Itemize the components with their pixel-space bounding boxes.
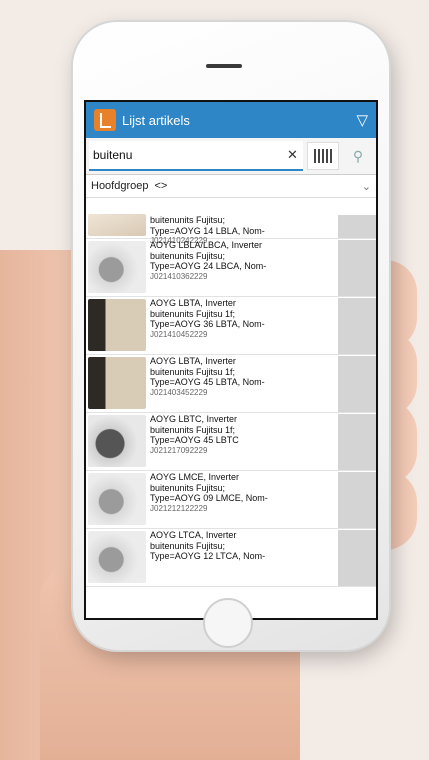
product-thumbnail (88, 241, 146, 293)
product-thumbnail (88, 415, 146, 467)
product-thumbnail (88, 473, 146, 525)
article-text: AOYG LTCA, Inverter buitenunits Fujitsu;… (150, 530, 266, 561)
article-list: buitenunits Fujitsu; Type=AOYG 14 LBLA, … (86, 214, 376, 587)
app-bar: Lijst artikels ▽ (86, 102, 376, 138)
chevron-down-icon: ⌄ (361, 180, 371, 193)
row-action-area[interactable] (338, 414, 376, 470)
row-action-area[interactable] (338, 530, 376, 586)
phone-device: Lijst artikels ▽ buitenu ✕ ⚲ Hoofdgroep … (73, 22, 389, 650)
row-action-area[interactable] (338, 215, 376, 238)
list-item[interactable]: AOYG LBTA, Inverter buitenunits Fujitsu … (86, 355, 376, 413)
filter-icon[interactable]: ▽ (356, 111, 368, 129)
group-value: <> (154, 180, 168, 192)
row-action-area[interactable] (338, 240, 376, 296)
article-text: AOYG LBTA, Inverter buitenunits Fujitsu … (150, 298, 265, 339)
list-item[interactable]: AOYG LTCA, Inverter buitenunits Fujitsu;… (86, 529, 376, 587)
list-item[interactable]: AOYG LBTA, Inverter buitenunits Fujitsu … (86, 297, 376, 355)
clear-icon[interactable]: ✕ (287, 147, 303, 163)
product-thumbnail (88, 214, 146, 236)
barcode-scan-button[interactable] (307, 142, 339, 170)
phone-speaker (206, 64, 242, 68)
search-input-value: buitenu (93, 148, 133, 162)
article-text: AOYG LBLA/LBCA, Inverter buitenunits Fuj… (150, 240, 267, 281)
list-item[interactable]: AOYG LBTC, Inverter buitenunits Fujitsu … (86, 413, 376, 471)
product-thumbnail (88, 299, 146, 351)
app-logo-icon (94, 109, 116, 131)
search-row: buitenu ✕ ⚲ (86, 138, 376, 175)
list-item[interactable]: AOYG LMCE, Inverter buitenunits Fujitsu;… (86, 471, 376, 529)
app-screen: Lijst artikels ▽ buitenu ✕ ⚲ Hoofdgroep … (84, 100, 378, 620)
product-thumbnail (88, 531, 146, 583)
list-item[interactable]: buitenunits Fujitsu; Type=AOYG 14 LBLA, … (86, 214, 376, 245)
search-input[interactable]: buitenu ✕ (89, 141, 303, 171)
product-thumbnail (88, 357, 146, 409)
row-action-area[interactable] (338, 356, 376, 412)
article-text: AOYG LBTA, Inverter buitenunits Fujitsu … (150, 356, 265, 397)
group-label: Hoofdgroep (91, 180, 149, 192)
article-text: AOYG LBTC, Inverter buitenunits Fujitsu … (150, 414, 239, 455)
article-text: AOYG LMCE, Inverter buitenunits Fujitsu;… (150, 472, 268, 513)
group-filter-row[interactable]: Hoofdgroep <> ⌄ (86, 175, 376, 198)
row-action-area[interactable] (338, 298, 376, 354)
search-icon[interactable]: ⚲ (343, 143, 373, 169)
article-text: buitenunits Fujitsu; Type=AOYG 14 LBLA, … (150, 215, 265, 245)
page-title: Lijst artikels (122, 112, 190, 128)
home-button[interactable] (203, 598, 253, 648)
row-action-area[interactable] (338, 472, 376, 528)
list-item[interactable]: AOYG LBLA/LBCA, Inverter buitenunits Fuj… (86, 239, 376, 297)
